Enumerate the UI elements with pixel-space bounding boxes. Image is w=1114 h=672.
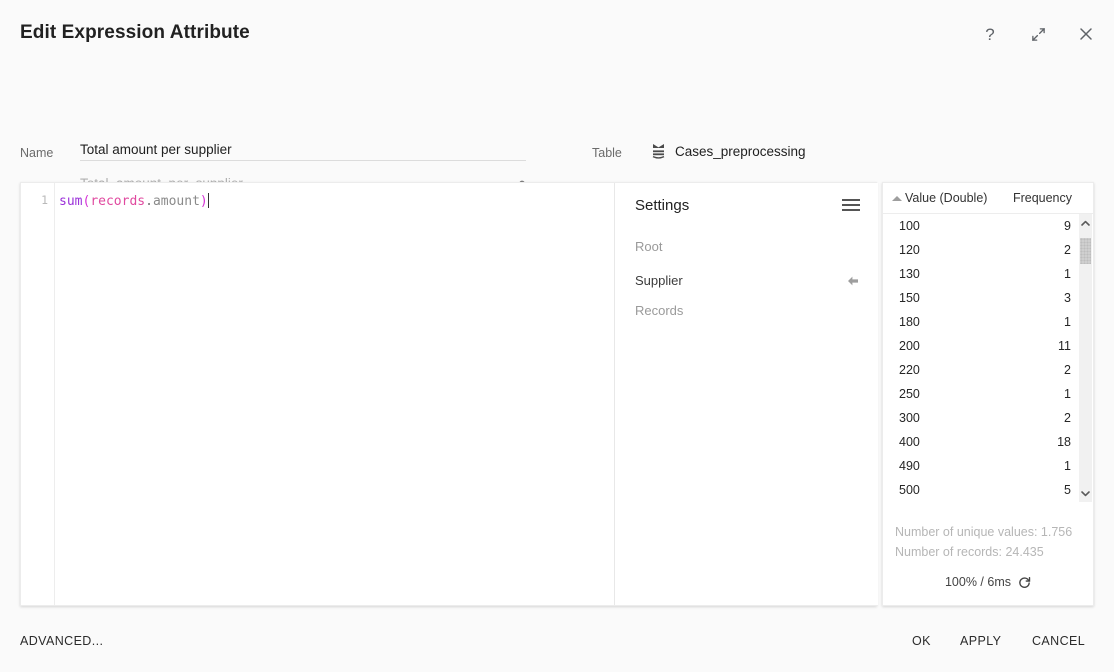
frequency-table-header: Value (Double) Frequency <box>883 183 1093 214</box>
cell-value: 500 <box>899 478 920 502</box>
gutter-divider <box>54 183 55 605</box>
join-table-icon <box>650 142 667 160</box>
cell-value: 250 <box>899 382 920 406</box>
cell-value: 200 <box>899 334 920 358</box>
settings-header: Settings <box>635 197 860 214</box>
token-dot: . <box>145 194 153 209</box>
cell-frequency: 2 <box>1064 238 1071 262</box>
token-close-paren: ) <box>200 194 208 209</box>
sort-ascending-triangle-icon[interactable] <box>892 196 902 201</box>
table-row[interactable]: 130 1 <box>883 262 1079 286</box>
text-caret <box>208 193 209 208</box>
cell-value: 400 <box>899 430 920 454</box>
hamburger-menu-icon[interactable] <box>842 199 860 213</box>
chevron-down-icon[interactable] <box>1079 486 1092 500</box>
table-row[interactable]: 400 18 <box>883 430 1079 454</box>
cell-frequency: 5 <box>1064 478 1071 502</box>
performance-text: 100% / 6ms <box>945 575 1011 589</box>
edit-expression-attribute-dialog: Edit Expression Attribute ? Name Total a… <box>0 0 1114 672</box>
apply-button[interactable]: APPLY <box>960 634 1001 648</box>
cell-frequency: 1 <box>1064 262 1071 286</box>
settings-item-root[interactable]: Root <box>635 239 860 254</box>
cell-frequency: 11 <box>1058 334 1071 358</box>
name-input[interactable]: Total amount per supplier <box>80 139 526 161</box>
dialog-header: Edit Expression Attribute ? <box>0 0 1114 64</box>
cell-frequency: 2 <box>1064 358 1071 382</box>
cell-frequency: 1 <box>1064 310 1071 334</box>
table-row[interactable]: 1503 <box>883 286 1079 310</box>
cancel-button[interactable]: CANCEL <box>1032 634 1085 648</box>
cell-value: 100 <box>899 214 920 238</box>
settings-item-supplier[interactable]: Supplier <box>635 273 860 288</box>
cell-frequency: 1 <box>1064 382 1071 406</box>
table-row[interactable]: 250 1 <box>883 382 1079 406</box>
table-row[interactable]: 100 9 <box>883 214 1079 238</box>
cell-frequency: 9 <box>1064 214 1071 238</box>
table-row[interactable]: 490 1 <box>883 454 1079 478</box>
scrollbar-thumb[interactable] <box>1080 238 1091 264</box>
advanced-button[interactable]: ADVANCED... <box>20 634 103 648</box>
close-icon[interactable] <box>1072 20 1100 48</box>
column-header-value[interactable]: Value (Double) <box>905 191 987 205</box>
token-function: sum <box>59 194 82 209</box>
table-name: Cases_preprocessing <box>675 144 806 159</box>
cell-value: 220 <box>899 358 920 382</box>
settings-title: Settings <box>635 197 689 214</box>
table-row[interactable]: 1801 <box>883 310 1079 334</box>
table-label: Table <box>592 146 622 160</box>
settings-item-label: Root <box>635 239 662 254</box>
table-row[interactable]: 300 2 <box>883 406 1079 430</box>
table-row[interactable]: 500 5 <box>883 478 1079 502</box>
cell-value: 180 <box>899 310 920 334</box>
cell-frequency: 18 <box>1057 430 1071 454</box>
dialog-footer: ADVANCED... OK APPLY CANCEL <box>0 612 1114 672</box>
cell-frequency: 3 <box>1064 286 1071 310</box>
expression-editor-card: 1 sum(records.amount) Settings Root Supp… <box>20 182 877 606</box>
table-row[interactable]: 220 2 <box>883 358 1079 382</box>
name-label: Name <box>20 146 53 160</box>
unique-values-count: Number of unique values: 1.756 <box>895 525 1072 539</box>
token-variable: records <box>90 194 145 209</box>
performance-row: 100% / 6ms <box>883 575 1093 589</box>
question-mark-glyph: ? <box>985 26 994 43</box>
cell-frequency: 1 <box>1064 454 1071 478</box>
editor-gutter: 1 <box>21 183 54 605</box>
ok-button[interactable]: OK <box>912 634 931 648</box>
frequency-table-body: 1009120213011503180120011220225013002400… <box>883 214 1079 502</box>
cell-value: 300 <box>899 406 920 430</box>
value-frequency-panel: Value (Double) Frequency 100912021301150… <box>882 182 1094 606</box>
settings-panel: Settings Root Supplier Records <box>615 183 878 605</box>
table-row[interactable]: 200 11 <box>883 334 1079 358</box>
page-title: Edit Expression Attribute <box>20 22 250 44</box>
settings-item-label: Records <box>635 303 683 318</box>
cell-value: 150 <box>899 286 920 310</box>
frequency-scrollbar[interactable] <box>1079 214 1092 502</box>
table-selector[interactable]: Cases_preprocessing <box>650 142 806 160</box>
cell-value: 490 <box>899 454 920 478</box>
help-icon[interactable]: ? <box>976 20 1004 48</box>
column-header-frequency[interactable]: Frequency <box>1013 191 1072 205</box>
settings-item-label: Supplier <box>635 273 683 288</box>
attribute-meta-form: Name Total amount per supplier ID Total_… <box>0 68 1114 178</box>
token-property: amount <box>153 194 200 209</box>
settings-item-records[interactable]: Records <box>635 303 860 318</box>
line-number: 1 <box>41 193 48 207</box>
table-row[interactable]: 120 2 <box>883 238 1079 262</box>
records-count: Number of records: 24.435 <box>895 545 1044 559</box>
cell-value: 120 <box>899 238 920 262</box>
expand-icon[interactable] <box>1024 20 1052 48</box>
refresh-icon[interactable] <box>1018 576 1031 589</box>
header-actions: ? <box>976 20 1100 48</box>
chevron-up-icon[interactable] <box>1079 216 1092 230</box>
cell-frequency: 2 <box>1064 406 1071 430</box>
arrow-left-icon[interactable] <box>846 274 860 288</box>
cell-value: 130 <box>899 262 920 286</box>
